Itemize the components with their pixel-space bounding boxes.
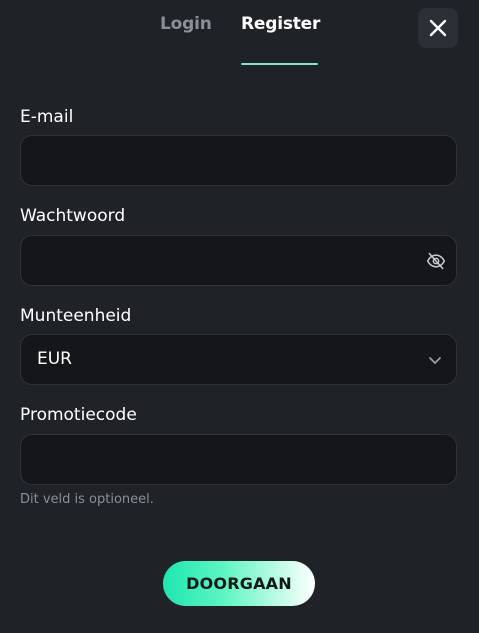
continue-button[interactable]: DOORGAAN: [163, 561, 315, 606]
eye-off-icon[interactable]: [426, 251, 446, 271]
promo-label: Promotiecode: [20, 405, 137, 425]
tab-register[interactable]: Register: [241, 14, 320, 34]
currency-selected-value: EUR: [37, 349, 72, 369]
password-field[interactable]: [37, 236, 421, 287]
email-field-box: [20, 135, 457, 187]
password-field-box: [20, 235, 457, 287]
password-label: Wachtwoord: [20, 206, 126, 226]
currency-select[interactable]: EUR: [20, 334, 457, 385]
close-icon: [429, 19, 447, 37]
tab-login[interactable]: Login: [160, 14, 212, 34]
email-field[interactable]: [37, 136, 421, 187]
promo-code-field[interactable]: [37, 435, 421, 486]
promo-field-box: [20, 434, 457, 486]
email-label: E-mail: [20, 107, 74, 127]
register-modal: Login Register E-mail Wachtwoord Munteen…: [0, 0, 479, 633]
promo-hint: Dit veld is optioneel.: [20, 492, 154, 507]
auth-tabs: Login Register: [0, 0, 479, 66]
active-tab-indicator: [241, 63, 318, 65]
currency-label: Munteenheid: [20, 306, 132, 326]
chevron-down-icon: [429, 357, 441, 364]
close-button[interactable]: [418, 8, 458, 48]
